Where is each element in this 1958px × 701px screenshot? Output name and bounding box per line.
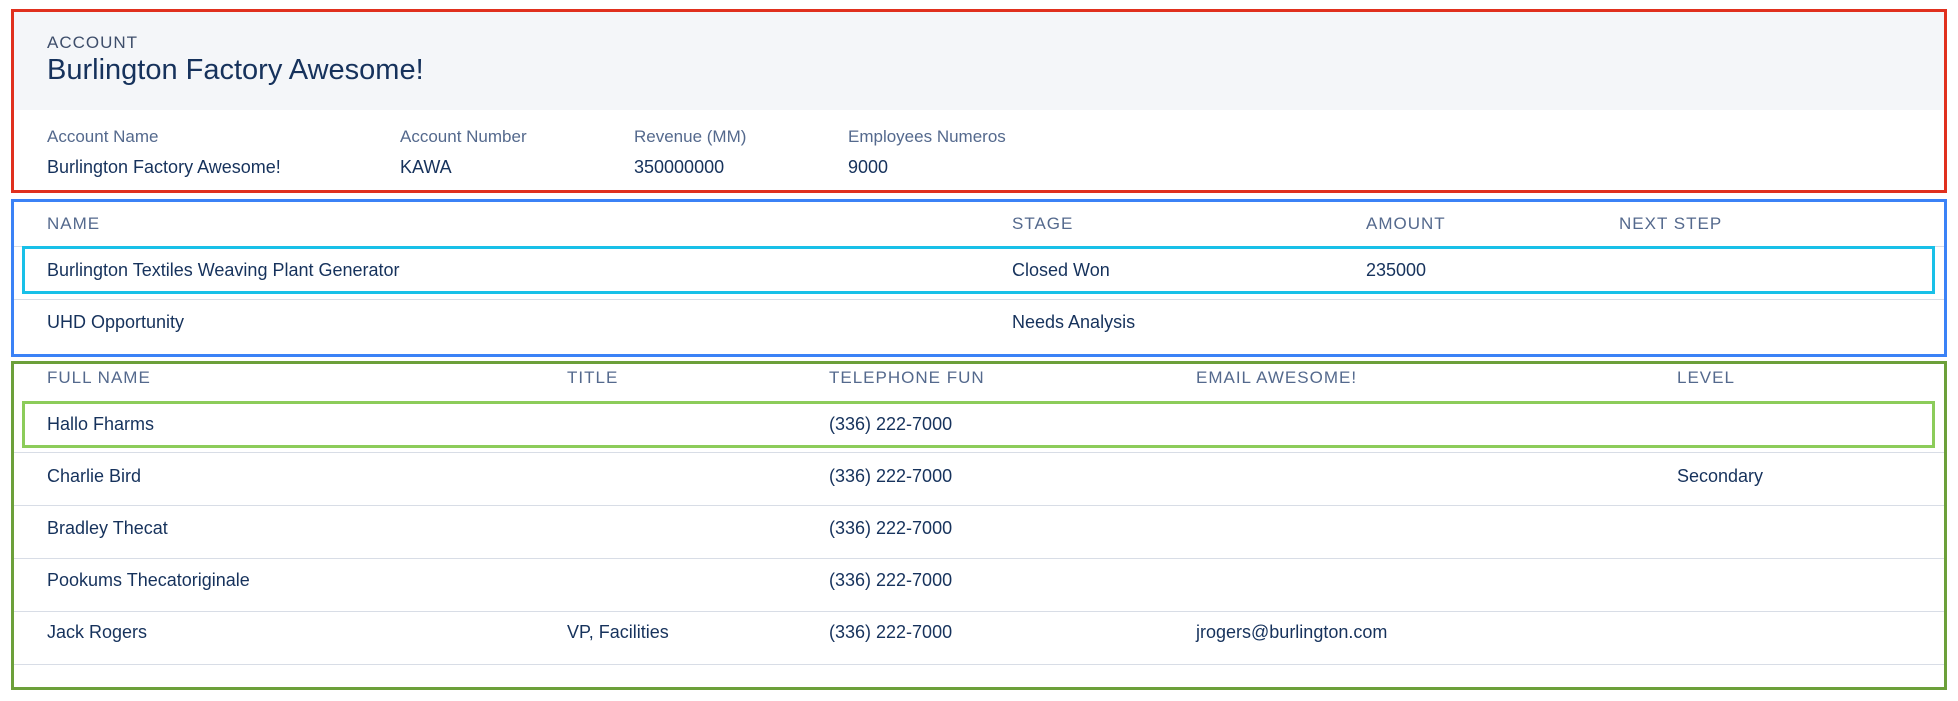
opportunity-amount: 235000 <box>1366 260 1427 280</box>
revenue-label: Revenue (MM) <box>634 127 747 146</box>
account-number-label: Account Number <box>400 127 527 146</box>
contact-full-name[interactable]: Hallo Fharms <box>47 414 154 435</box>
contact-phone[interactable]: (336) 222-7000 <box>829 622 952 643</box>
column-header-title[interactable]: TITLE <box>567 368 618 388</box>
opportunity-name[interactable]: UHD Opportunity <box>47 312 184 333</box>
contact-full-name[interactable]: Jack Rogers <box>47 622 147 643</box>
contacts-table: FULL NAME TITLE TELEPHONE FUN EMAIL AWES… <box>11 361 1947 690</box>
employees-label: Employees Numeros <box>848 127 1006 146</box>
column-header-next-step[interactable]: NEXT STEP <box>1619 214 1722 234</box>
column-header-full-name[interactable]: FULL NAME <box>47 368 151 388</box>
column-header-name[interactable]: NAME <box>47 214 100 234</box>
account-kicker: ACCOUNT <box>47 33 139 52</box>
column-header-level[interactable]: LEVEL <box>1677 368 1735 388</box>
table-row[interactable]: Burlington Textiles Weaving Plant Genera… <box>22 246 1935 294</box>
contact-phone[interactable]: (336) 222-7000 <box>829 414 952 435</box>
table-row[interactable]: UHD Opportunity Needs Analysis <box>14 299 1944 351</box>
column-header-email[interactable]: EMAIL AWESOME! <box>1196 368 1357 388</box>
table-row[interactable]: Hallo Fharms (336) 222-7000 <box>22 401 1935 448</box>
account-title: Burlington Factory Awesome! <box>47 54 424 86</box>
contact-level: Secondary <box>1677 466 1764 486</box>
contact-full-name[interactable]: Bradley Thecat <box>47 518 168 539</box>
account-name-value: Burlington Factory Awesome! <box>47 157 281 177</box>
table-row[interactable]: Jack Rogers VP, Facilities (336) 222-700… <box>14 612 1944 664</box>
contact-phone[interactable]: (336) 222-7000 <box>829 466 952 487</box>
opportunities-table: NAME STAGE AMOUNT NEXT STEP Burlington T… <box>11 199 1947 357</box>
table-row[interactable]: Pookums Thecatoriginale (336) 222-7000 <box>14 559 1944 611</box>
employees-value: 9000 <box>848 157 889 177</box>
contact-full-name[interactable]: Pookums Thecatoriginale <box>47 570 250 591</box>
account-section: ACCOUNT Burlington Factory Awesome! Acco… <box>11 9 1947 193</box>
table-row[interactable]: Charlie Bird (336) 222-7000 Secondary <box>14 453 1944 505</box>
column-header-amount[interactable]: AMOUNT <box>1366 214 1446 234</box>
account-name-label: Account Name <box>47 127 159 146</box>
opportunity-name[interactable]: Burlington Textiles Weaving Plant Genera… <box>47 260 400 281</box>
column-header-stage[interactable]: STAGE <box>1012 214 1073 234</box>
account-number-value: KAWA <box>400 157 452 177</box>
opportunity-stage: Needs Analysis <box>1012 312 1136 332</box>
revenue-value: 350000000 <box>634 157 725 177</box>
contact-phone[interactable]: (336) 222-7000 <box>829 518 952 539</box>
contact-title: VP, Facilities <box>567 622 669 642</box>
contact-full-name[interactable]: Charlie Bird <box>47 466 141 487</box>
column-header-telephone[interactable]: TELEPHONE FUN <box>829 368 985 388</box>
contact-phone[interactable]: (336) 222-7000 <box>829 570 952 591</box>
table-row[interactable]: Bradley Thecat (336) 222-7000 <box>14 506 1944 558</box>
opportunity-stage: Closed Won <box>1012 260 1110 280</box>
contact-email[interactable]: jrogers@burlington.com <box>1196 622 1387 643</box>
row-divider <box>14 664 1944 665</box>
